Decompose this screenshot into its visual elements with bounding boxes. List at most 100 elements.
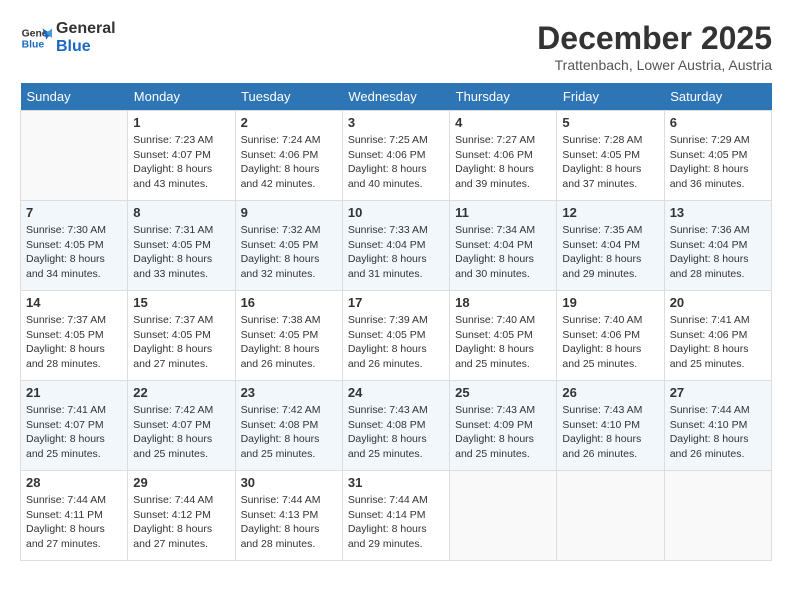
day-cell: 18 Sunrise: 7:40 AMSunset: 4:05 PMDayligh…	[450, 291, 557, 381]
day-number: 11	[455, 205, 551, 220]
day-info: Sunrise: 7:44 AMSunset: 4:14 PMDaylight:…	[348, 493, 444, 552]
day-cell: 11 Sunrise: 7:34 AMSunset: 4:04 PMDayligh…	[450, 201, 557, 291]
week-row-1: 1Sunrise: 7:23 AMSunset: 4:07 PMDaylight…	[21, 111, 772, 201]
title-block: December 2025 Trattenbach, Lower Austria…	[537, 20, 772, 73]
logo-icon: General Blue	[20, 22, 52, 54]
day-number: 24	[348, 385, 444, 400]
logo-blue: Blue	[56, 38, 116, 56]
day-number: 9	[241, 205, 337, 220]
day-cell: 16Sunrise: 7:38 AMSunset: 4:05 PMDayligh…	[235, 291, 342, 381]
day-cell: 24 Sunrise: 7:43 AMSunset: 4:08 PMDayligh…	[342, 381, 449, 471]
week-row-2: 7 Sunrise: 7:30 AMSunset: 4:05 PMDaylight…	[21, 201, 772, 291]
day-cell: 1Sunrise: 7:23 AMSunset: 4:07 PMDaylight…	[128, 111, 235, 201]
header-saturday: Saturday	[664, 83, 771, 111]
day-number: 5	[562, 115, 658, 130]
day-number: 16	[241, 295, 337, 310]
day-number: 13	[670, 205, 766, 220]
day-number: 8	[133, 205, 229, 220]
day-cell: 6 Sunrise: 7:29 AMSunset: 4:05 PMDaylight…	[664, 111, 771, 201]
day-number: 19	[562, 295, 658, 310]
day-number: 20	[670, 295, 766, 310]
day-cell: 5Sunrise: 7:28 AMSunset: 4:05 PMDaylight…	[557, 111, 664, 201]
day-cell: 15 Sunrise: 7:37 AMSunset: 4:05 PMDayligh…	[128, 291, 235, 381]
day-info: Sunrise: 7:44 AMSunset: 4:11 PMDaylight:…	[26, 493, 122, 552]
day-info: Sunrise: 7:34 AMSunset: 4:04 PMDaylight:…	[455, 223, 551, 282]
day-number: 17	[348, 295, 444, 310]
page-header: General Blue General Blue December 2025 …	[20, 20, 772, 73]
day-cell: 30Sunrise: 7:44 AMSunset: 4:13 PMDayligh…	[235, 471, 342, 561]
day-number: 3	[348, 115, 444, 130]
day-info: Sunrise: 7:35 AMSunset: 4:04 PMDaylight:…	[562, 223, 658, 282]
day-info: Sunrise: 7:37 AMSunset: 4:05 PMDaylight:…	[26, 313, 122, 372]
day-info: Sunrise: 7:43 AMSunset: 4:10 PMDaylight:…	[562, 403, 658, 462]
day-cell: 17Sunrise: 7:39 AMSunset: 4:05 PMDayligh…	[342, 291, 449, 381]
day-info: Sunrise: 7:31 AMSunset: 4:05 PMDaylight:…	[133, 223, 229, 282]
day-cell: 27 Sunrise: 7:44 AMSunset: 4:10 PMDayligh…	[664, 381, 771, 471]
location: Trattenbach, Lower Austria, Austria	[537, 57, 772, 73]
day-info: Sunrise: 7:33 AMSunset: 4:04 PMDaylight:…	[348, 223, 444, 282]
day-cell: 23 Sunrise: 7:42 AMSunset: 4:08 PMDayligh…	[235, 381, 342, 471]
day-info: Sunrise: 7:43 AMSunset: 4:08 PMDaylight:…	[348, 403, 444, 462]
week-row-5: 28 Sunrise: 7:44 AMSunset: 4:11 PMDayligh…	[21, 471, 772, 561]
day-number: 18	[455, 295, 551, 310]
day-cell	[21, 111, 128, 201]
header-sunday: Sunday	[21, 83, 128, 111]
day-cell: 4 Sunrise: 7:27 AMSunset: 4:06 PMDaylight…	[450, 111, 557, 201]
day-info: Sunrise: 7:27 AMSunset: 4:06 PMDaylight:…	[455, 133, 551, 192]
header-wednesday: Wednesday	[342, 83, 449, 111]
header-row: SundayMondayTuesdayWednesdayThursdayFrid…	[21, 83, 772, 111]
day-info: Sunrise: 7:29 AMSunset: 4:05 PMDaylight:…	[670, 133, 766, 192]
day-info: Sunrise: 7:42 AMSunset: 4:07 PMDaylight:…	[133, 403, 229, 462]
day-number: 28	[26, 475, 122, 490]
header-monday: Monday	[128, 83, 235, 111]
day-cell	[450, 471, 557, 561]
day-number: 27	[670, 385, 766, 400]
day-number: 7	[26, 205, 122, 220]
day-cell: 28 Sunrise: 7:44 AMSunset: 4:11 PMDayligh…	[21, 471, 128, 561]
day-number: 21	[26, 385, 122, 400]
calendar-table: SundayMondayTuesdayWednesdayThursdayFrid…	[20, 83, 772, 561]
day-cell: 20 Sunrise: 7:41 AMSunset: 4:06 PMDayligh…	[664, 291, 771, 381]
day-cell: 26 Sunrise: 7:43 AMSunset: 4:10 PMDayligh…	[557, 381, 664, 471]
day-cell: 3Sunrise: 7:25 AMSunset: 4:06 PMDaylight…	[342, 111, 449, 201]
day-info: Sunrise: 7:42 AMSunset: 4:08 PMDaylight:…	[241, 403, 337, 462]
day-info: Sunrise: 7:41 AMSunset: 4:06 PMDaylight:…	[670, 313, 766, 372]
day-number: 10	[348, 205, 444, 220]
day-info: Sunrise: 7:23 AMSunset: 4:07 PMDaylight:…	[133, 133, 229, 192]
day-cell: 31 Sunrise: 7:44 AMSunset: 4:14 PMDayligh…	[342, 471, 449, 561]
day-cell: 10 Sunrise: 7:33 AMSunset: 4:04 PMDayligh…	[342, 201, 449, 291]
logo: General Blue General Blue	[20, 20, 116, 56]
day-cell: 9Sunrise: 7:32 AMSunset: 4:05 PMDaylight…	[235, 201, 342, 291]
day-info: Sunrise: 7:44 AMSunset: 4:13 PMDaylight:…	[241, 493, 337, 552]
day-info: Sunrise: 7:44 AMSunset: 4:10 PMDaylight:…	[670, 403, 766, 462]
header-tuesday: Tuesday	[235, 83, 342, 111]
day-info: Sunrise: 7:43 AMSunset: 4:09 PMDaylight:…	[455, 403, 551, 462]
day-cell: 21Sunrise: 7:41 AMSunset: 4:07 PMDayligh…	[21, 381, 128, 471]
day-number: 15	[133, 295, 229, 310]
day-cell	[557, 471, 664, 561]
day-info: Sunrise: 7:36 AMSunset: 4:04 PMDaylight:…	[670, 223, 766, 282]
day-cell: 2Sunrise: 7:24 AMSunset: 4:06 PMDaylight…	[235, 111, 342, 201]
day-cell: 13 Sunrise: 7:36 AMSunset: 4:04 PMDayligh…	[664, 201, 771, 291]
day-number: 4	[455, 115, 551, 130]
day-cell: 12Sunrise: 7:35 AMSunset: 4:04 PMDayligh…	[557, 201, 664, 291]
day-number: 6	[670, 115, 766, 130]
day-number: 25	[455, 385, 551, 400]
day-info: Sunrise: 7:40 AMSunset: 4:06 PMDaylight:…	[562, 313, 658, 372]
day-info: Sunrise: 7:40 AMSunset: 4:05 PMDaylight:…	[455, 313, 551, 372]
day-number: 14	[26, 295, 122, 310]
day-number: 23	[241, 385, 337, 400]
month-title: December 2025	[537, 20, 772, 57]
day-number: 26	[562, 385, 658, 400]
day-cell: 7 Sunrise: 7:30 AMSunset: 4:05 PMDaylight…	[21, 201, 128, 291]
day-info: Sunrise: 7:44 AMSunset: 4:12 PMDaylight:…	[133, 493, 229, 552]
day-number: 2	[241, 115, 337, 130]
day-cell: 25 Sunrise: 7:43 AMSunset: 4:09 PMDayligh…	[450, 381, 557, 471]
day-number: 31	[348, 475, 444, 490]
day-cell: 29 Sunrise: 7:44 AMSunset: 4:12 PMDayligh…	[128, 471, 235, 561]
logo-general: General	[56, 20, 116, 38]
day-cell: 22Sunrise: 7:42 AMSunset: 4:07 PMDayligh…	[128, 381, 235, 471]
day-info: Sunrise: 7:30 AMSunset: 4:05 PMDaylight:…	[26, 223, 122, 282]
day-info: Sunrise: 7:37 AMSunset: 4:05 PMDaylight:…	[133, 313, 229, 372]
day-number: 29	[133, 475, 229, 490]
